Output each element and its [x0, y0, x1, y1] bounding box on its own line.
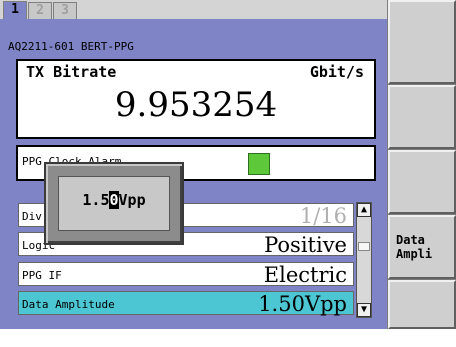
bitrate-display: TX Bitrate Gbit/s 9.953254: [16, 59, 376, 139]
tab-3[interactable]: 3: [53, 2, 77, 19]
div-value: 1/16: [299, 204, 347, 228]
alarm-led-indicator: [248, 153, 270, 175]
data-amplitude-value: 1.50Vpp: [258, 292, 347, 316]
ppg-if-value: Electric: [263, 263, 347, 287]
value-edit-field[interactable]: 1.50Vpp: [58, 176, 170, 231]
softkey-1[interactable]: [388, 0, 456, 84]
ppg-if-label: PPG IF: [22, 269, 62, 282]
bitrate-value: 9.953254: [114, 85, 278, 125]
device-title: AQ2211-601 BERT-PPG: [8, 40, 134, 53]
tab-2[interactable]: 2: [28, 2, 52, 19]
data-amplitude-label: Data Amplitude: [22, 298, 115, 311]
div-label: Div: [22, 210, 42, 223]
value-edit-popup: 1.50Vpp: [44, 162, 184, 245]
logic-value: Positive: [264, 233, 347, 257]
scroll-down-icon[interactable]: ▼: [357, 303, 371, 317]
tab-1[interactable]: 1: [3, 1, 27, 20]
list-scrollbar[interactable]: ▲ ▼: [356, 202, 372, 318]
bitrate-unit: Gbit/s: [309, 63, 364, 81]
edit-cursor: 0: [109, 191, 119, 209]
softkey-data-amplitude[interactable]: Data Ampli: [388, 215, 456, 279]
bitrate-label: TX Bitrate: [26, 63, 117, 81]
softkey-3[interactable]: [388, 150, 456, 214]
scroll-thumb[interactable]: [358, 242, 370, 251]
list-item-data-amplitude[interactable]: Data Amplitude 1.50Vpp: [18, 291, 354, 316]
value-edit-text: 1.50Vpp: [82, 191, 146, 209]
softkey-data-amplitude-label: Data Ampli: [396, 233, 433, 261]
scroll-up-icon[interactable]: ▲: [357, 203, 371, 217]
list-item-ppg-if[interactable]: PPG IF Electric: [18, 262, 354, 287]
softkey-2[interactable]: [388, 85, 456, 149]
softkey-5[interactable]: [388, 280, 456, 329]
